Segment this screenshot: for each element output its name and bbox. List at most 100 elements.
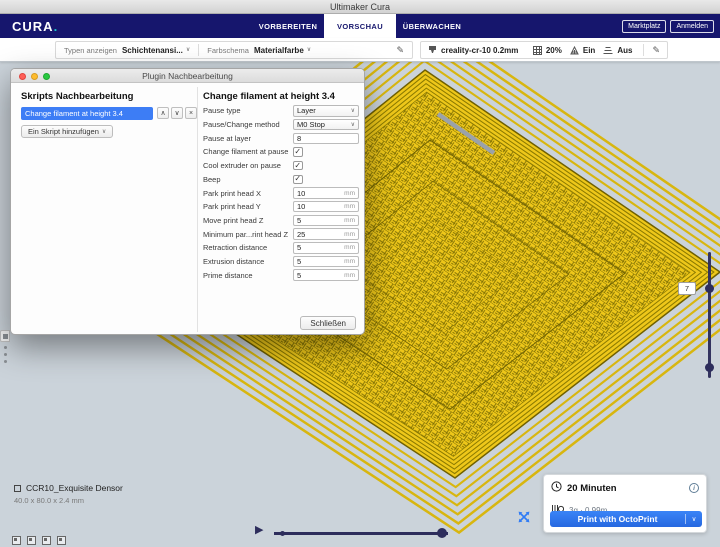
- input-value: 5: [297, 271, 344, 280]
- setting-label: Park print head Y: [203, 202, 293, 211]
- layer-slider-top-handle[interactable]: [705, 284, 714, 293]
- chevron-down-icon: ∨: [186, 47, 190, 53]
- pencil-icon[interactable]: ✎: [652, 45, 660, 56]
- view-preset-icon-3[interactable]: [42, 536, 51, 545]
- octoprint-connection-icon[interactable]: [517, 510, 531, 529]
- input-unit: mm: [344, 231, 355, 238]
- view-preset-icon-1[interactable]: [12, 536, 21, 545]
- change-filament-at-pause-checkbox[interactable]: ✓: [293, 147, 303, 157]
- setting-row: Change filament at pause ✓: [203, 146, 359, 158]
- zoom-window-button[interactable]: [43, 73, 50, 80]
- simulation-slider-track[interactable]: [274, 532, 448, 535]
- check-icon: ✓: [294, 148, 301, 156]
- retraction-distance-input[interactable]: 5 mm: [293, 242, 359, 254]
- layer-number: 7: [685, 284, 689, 293]
- minimum-print-head-z-input[interactable]: 25 mm: [293, 228, 359, 240]
- tool-dot: [4, 353, 7, 356]
- chevron-down-icon: ∨: [351, 122, 355, 128]
- park-print-head-y-input[interactable]: 10 mm: [293, 201, 359, 213]
- pencil-icon[interactable]: ✎: [396, 45, 404, 56]
- setting-row: Extrusion distance 5 mm: [203, 256, 359, 268]
- setting-label: Extrusion distance: [203, 257, 293, 266]
- chevron-down-icon[interactable]: ∨: [686, 515, 702, 523]
- play-button[interactable]: ▶: [255, 525, 263, 536]
- setting-label: Cool extruder on pause: [203, 161, 293, 170]
- tool-icon[interactable]: [0, 330, 10, 342]
- check-icon: ✓: [294, 162, 301, 170]
- add-script-button[interactable]: Ein Skript hinzufügen ∨: [21, 125, 113, 138]
- extrusion-distance-input[interactable]: 5 mm: [293, 256, 359, 268]
- color-scheme-dropdown[interactable]: Materialfarbe: [254, 46, 304, 55]
- park-print-head-x-input[interactable]: 10 mm: [293, 187, 359, 199]
- input-unit: mm: [344, 203, 355, 210]
- view-preset-icon-2[interactable]: [27, 536, 36, 545]
- pause-type-select[interactable]: Layer ∨: [293, 105, 359, 117]
- minimize-window-button[interactable]: [31, 73, 38, 80]
- print-settings-card[interactable]: creality-cr-10 0.2mm 20% Ein Aus ✎: [420, 41, 668, 59]
- chevron-down-icon: ∨: [102, 129, 106, 135]
- add-script-label: Ein Skript hinzufügen: [28, 127, 99, 136]
- pause-change-method-select[interactable]: M0 Stop ∨: [293, 119, 359, 131]
- tab-vorbereiten[interactable]: VORBEREITEN: [252, 14, 324, 38]
- divider: [198, 44, 199, 56]
- setting-row: Minimum par...rint head Z 25 mm: [203, 228, 359, 240]
- view-toolbar: Typen anzeigen Schichtenansi... ∨ Farbsc…: [0, 38, 720, 62]
- select-value: Layer: [297, 106, 316, 115]
- print-button-label: Print with OctoPrint: [550, 514, 685, 524]
- signin-button[interactable]: Anmelden: [670, 20, 714, 33]
- app-header: CURA. VORBEREITEN VORSCHAU ÜBERWACHEN Ma…: [0, 14, 720, 38]
- view-preset-icons: [12, 536, 66, 545]
- remove-script-button[interactable]: ×: [185, 107, 197, 119]
- infill-icon: [533, 46, 542, 55]
- print-summary-card: 20 Minuten i 3g · 0.99m Print with OctoP…: [543, 474, 707, 533]
- input-value: 10: [297, 189, 344, 198]
- simulation-slider-handle[interactable]: [437, 528, 447, 538]
- selected-script-item[interactable]: Change filament at height 3.4: [21, 107, 153, 120]
- tool-dot: [4, 360, 7, 363]
- adhesion-icon: [603, 46, 613, 55]
- setting-label: Pause at layer: [203, 134, 293, 143]
- setting-label: Prime distance: [203, 271, 293, 280]
- logo-text: CURA: [12, 19, 54, 34]
- input-unit: mm: [344, 217, 355, 224]
- marketplace-button[interactable]: Marktplatz: [622, 20, 666, 33]
- tab-vorschau[interactable]: VORSCHAU: [324, 14, 396, 38]
- setting-label: Beep: [203, 175, 293, 184]
- macos-titlebar[interactable]: Ultimaker Cura: [0, 0, 720, 14]
- setting-row: Retraction distance 5 mm: [203, 242, 359, 254]
- close-window-button[interactable]: [19, 73, 26, 80]
- infill-value: 20%: [546, 46, 562, 55]
- move-script-down-button[interactable]: ∨: [171, 107, 183, 119]
- dialog-body: Skripts Nachbearbeitung Change filament …: [11, 83, 364, 335]
- check-icon: ✓: [294, 175, 301, 183]
- move-print-head-z-input[interactable]: 5 mm: [293, 215, 359, 227]
- model-dimensions: 40.0 x 80.0 x 2.4 mm: [14, 496, 123, 505]
- support-value: Ein: [583, 46, 595, 55]
- view-type-dropdown[interactable]: Schichtenansi...: [122, 46, 183, 55]
- dialog-titlebar[interactable]: Plugin Nachbearbeitung: [11, 69, 364, 83]
- select-value: M0 Stop: [297, 120, 325, 129]
- clock-icon: [551, 479, 562, 497]
- view-preset-icon-4[interactable]: [57, 536, 66, 545]
- setting-row: Prime distance 5 mm: [203, 269, 359, 281]
- setting-row: Beep ✓: [203, 173, 359, 185]
- input-value: 5: [297, 257, 344, 266]
- close-dialog-button[interactable]: Schließen: [300, 316, 356, 330]
- layer-slider-track[interactable]: [708, 252, 711, 378]
- tab-ueberwachen[interactable]: ÜBERWACHEN: [396, 14, 468, 38]
- cool-extruder-on-pause-checkbox[interactable]: ✓: [293, 161, 303, 171]
- color-scheme-label: Farbschema: [207, 46, 249, 55]
- move-script-up-button[interactable]: ∧: [157, 107, 169, 119]
- script-settings: Pause type Layer ∨ Pause/Change method M…: [203, 105, 359, 283]
- scripts-heading: Skripts Nachbearbeitung: [21, 91, 133, 102]
- setting-row: Pause type Layer ∨: [203, 105, 359, 117]
- input-value: 25: [297, 230, 344, 239]
- pause-at-layer-input[interactable]: 8: [293, 133, 359, 145]
- layer-slider-bottom-handle[interactable]: [705, 363, 714, 372]
- beep-checkbox[interactable]: ✓: [293, 175, 303, 185]
- setting-label: Minimum par...rint head Z: [203, 230, 293, 239]
- info-icon[interactable]: i: [689, 483, 699, 493]
- print-with-octoprint-button[interactable]: Print with OctoPrint ∨: [550, 511, 702, 527]
- current-layer-badge: 7: [678, 282, 696, 295]
- prime-distance-input[interactable]: 5 mm: [293, 269, 359, 281]
